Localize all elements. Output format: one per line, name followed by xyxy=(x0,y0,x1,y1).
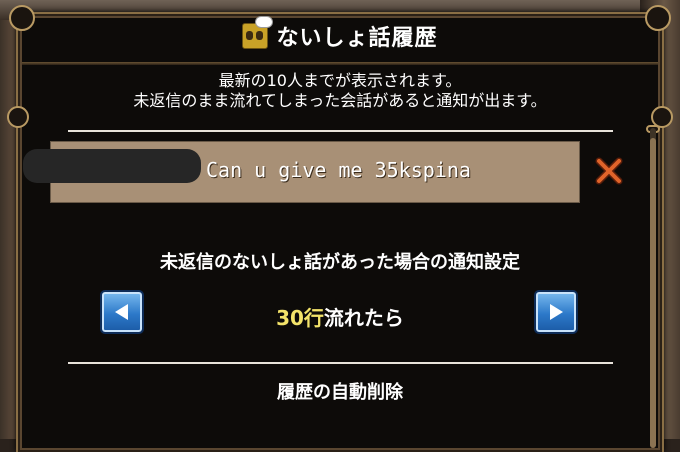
description-line-1: 最新の10人までが表示されます。 xyxy=(218,71,462,90)
notification-setting-title: 未返信のないしょ話があった場合の通知設定 xyxy=(160,252,520,273)
dialog-title: ないしょ話履歴 xyxy=(276,26,438,51)
dialog-description: 最新の10人までが表示されます。 未返信のまま流れてしまった会話があると通知が出… xyxy=(18,71,662,111)
whisper-history-dialog: ないしょ話履歴 最新の10人までが表示されます。 未返信のまま流れてしまった会話… xyxy=(7,5,673,452)
setting-line-count: 30行 xyxy=(276,306,324,330)
dialog-titlebar: ないしょ話履歴 xyxy=(18,14,662,58)
history-auto-delete-label: 履歴の自動削除 xyxy=(277,382,403,403)
close-icon xyxy=(595,157,623,185)
setting-value-suffix: 流れたら xyxy=(323,306,404,330)
triangle-right-icon xyxy=(550,304,563,320)
increase-setting-button[interactable] xyxy=(534,290,578,334)
delete-whisper-button[interactable] xyxy=(594,156,624,186)
speech-bubble-icon xyxy=(255,16,274,28)
person-icon xyxy=(256,31,264,40)
redacted-sender-name xyxy=(23,149,201,183)
divider xyxy=(68,130,613,132)
whisper-list-item[interactable]: Can u give me 35kspina xyxy=(23,141,580,203)
divider xyxy=(68,362,613,364)
whisper-message: Can u give me 35kspina xyxy=(206,158,471,182)
person-icon xyxy=(246,31,254,40)
description-line-2: 未返信のまま流れてしまった会話があると通知が出ます。 xyxy=(133,91,547,110)
title-divider xyxy=(22,62,658,65)
whisper-chat-icon xyxy=(242,16,274,49)
